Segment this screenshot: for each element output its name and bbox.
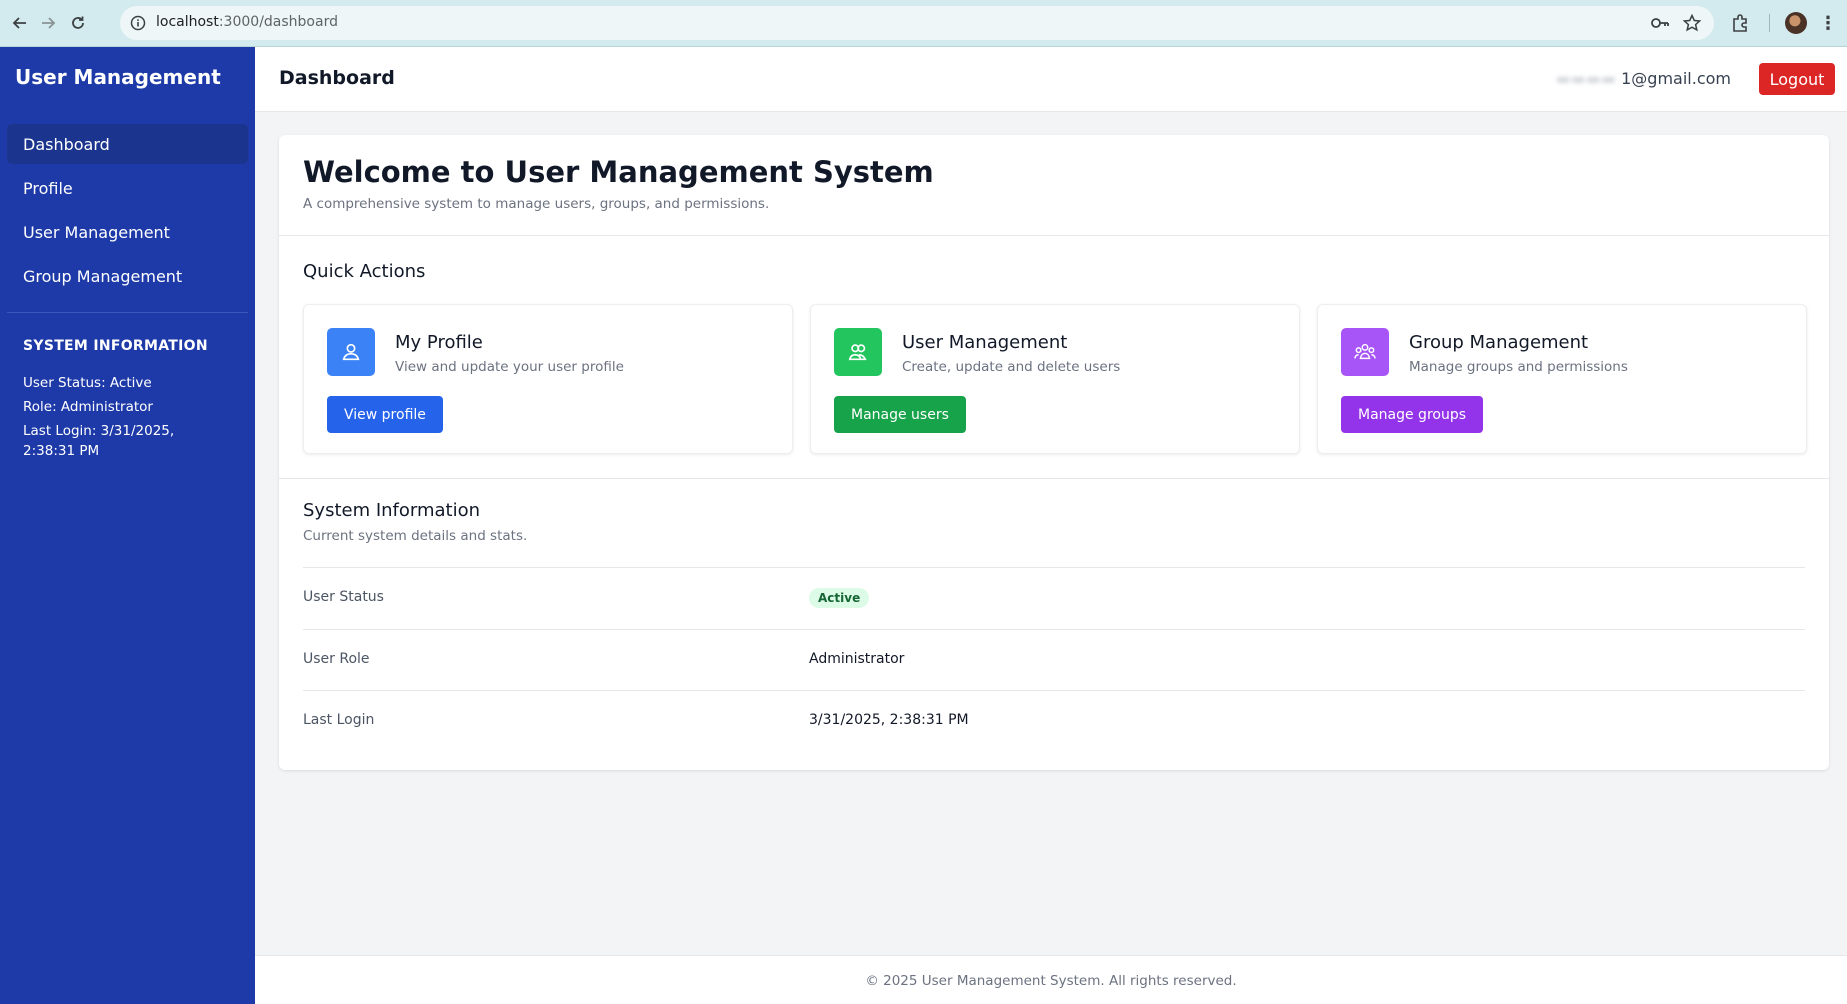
address-bar[interactable]: localhost:3000/dashboard	[120, 6, 1714, 40]
info-row-value: Administrator	[809, 651, 905, 667]
system-info-subtitle: Current system details and stats.	[303, 528, 528, 544]
group-icon	[1341, 328, 1389, 376]
welcome-subtitle: A comprehensive system to manage users, …	[303, 196, 770, 212]
sidebar-info: User Status: Active Role: Administrator …	[23, 373, 223, 465]
profile-avatar[interactable]	[1785, 12, 1807, 34]
sidebar-info-status: User Status: Active	[23, 375, 152, 391]
info-row-role: User Role Administrator	[303, 629, 1805, 690]
sidebar-item-group-management[interactable]: Group Management	[7, 256, 248, 296]
logout-button[interactable]: Logout	[1759, 63, 1835, 95]
quick-action-title: Group Management	[1409, 332, 1589, 353]
info-row-label: Last Login	[303, 712, 375, 728]
system-info-title: System Information	[303, 500, 481, 521]
view-profile-button[interactable]: View profile	[327, 396, 443, 433]
users-icon	[834, 328, 882, 376]
quick-action-description: View and update your user profile	[395, 359, 624, 375]
footer-copyright: © 2025 User Management System. All right…	[865, 973, 1237, 989]
back-button[interactable]	[8, 11, 32, 35]
browser-menu-icon[interactable]: ⋮	[1819, 11, 1837, 35]
quick-action-description: Manage groups and permissions	[1409, 359, 1628, 375]
sidebar-info-role: Role: Administrator	[23, 399, 153, 415]
user-icon	[327, 328, 375, 376]
quick-actions-title: Quick Actions	[303, 261, 426, 282]
info-row-label: User Role	[303, 651, 370, 667]
sidebar-brand[interactable]: User Management	[15, 65, 221, 89]
reload-button[interactable]	[66, 11, 90, 35]
quick-action-user-management: User Management Create, update and delet…	[810, 304, 1300, 454]
status-badge: Active	[809, 588, 870, 608]
manage-users-button[interactable]: Manage users	[834, 396, 966, 433]
password-key-icon[interactable]	[1650, 14, 1670, 32]
sidebar-divider	[7, 312, 248, 313]
welcome-title: Welcome to User Management System	[303, 155, 934, 189]
manage-groups-button[interactable]: Manage groups	[1341, 396, 1484, 433]
reload-icon	[72, 16, 84, 29]
user-email: ▬▬▬▬ 1@gmail.com	[1556, 69, 1731, 88]
section-divider	[279, 235, 1829, 236]
sidebar-item-user-management[interactable]: User Management	[7, 212, 248, 252]
info-row-status: User Status Active	[303, 567, 1805, 628]
footer: © 2025 User Management System. All right…	[255, 955, 1847, 1004]
back-arrow-icon	[12, 17, 26, 29]
sidebar-item-dashboard[interactable]: Dashboard	[7, 124, 248, 164]
sidebar-info-title: SYSTEM INFORMATION	[23, 338, 208, 354]
info-row-last-login: Last Login 3/31/2025, 2:38:31 PM	[303, 690, 1805, 751]
toolbar-separator	[1769, 14, 1770, 32]
dashboard-card: Welcome to User Management System A comp…	[279, 135, 1829, 770]
bookmark-star-icon[interactable]	[1682, 14, 1702, 32]
browser-toolbar: localhost:3000/dashboard ⋮	[0, 0, 1847, 47]
site-info-icon[interactable]	[130, 15, 146, 31]
sidebar-nav: Dashboard Profile User Management Group …	[7, 124, 248, 300]
forward-arrow-icon	[42, 17, 56, 29]
section-divider	[279, 478, 1829, 479]
quick-action-profile: My Profile View and update your user pro…	[303, 304, 793, 454]
sidebar: User Management Dashboard Profile User M…	[0, 47, 255, 1004]
redacted-email-prefix: ▬▬▬▬	[1555, 69, 1617, 88]
topbar: Dashboard ▬▬▬▬ 1@gmail.com Logout	[255, 47, 1847, 112]
quick-action-group-management: Group Management Manage groups and permi…	[1317, 304, 1807, 454]
user-email-text: 1@gmail.com	[1621, 69, 1731, 88]
extensions-puzzle-icon[interactable]	[1729, 11, 1753, 35]
quick-action-title: My Profile	[395, 332, 483, 353]
sidebar-info-last-login: Last Login: 3/31/2025, 2:38:31 PM	[23, 423, 175, 459]
info-row-value: 3/31/2025, 2:38:31 PM	[809, 712, 969, 728]
info-row-label: User Status	[303, 589, 384, 605]
page-title: Dashboard	[279, 67, 395, 89]
sidebar-item-profile[interactable]: Profile	[7, 168, 248, 208]
url-text: localhost:3000/dashboard	[156, 14, 338, 30]
quick-action-description: Create, update and delete users	[902, 359, 1121, 375]
forward-button[interactable]	[36, 11, 60, 35]
quick-action-title: User Management	[902, 332, 1068, 353]
